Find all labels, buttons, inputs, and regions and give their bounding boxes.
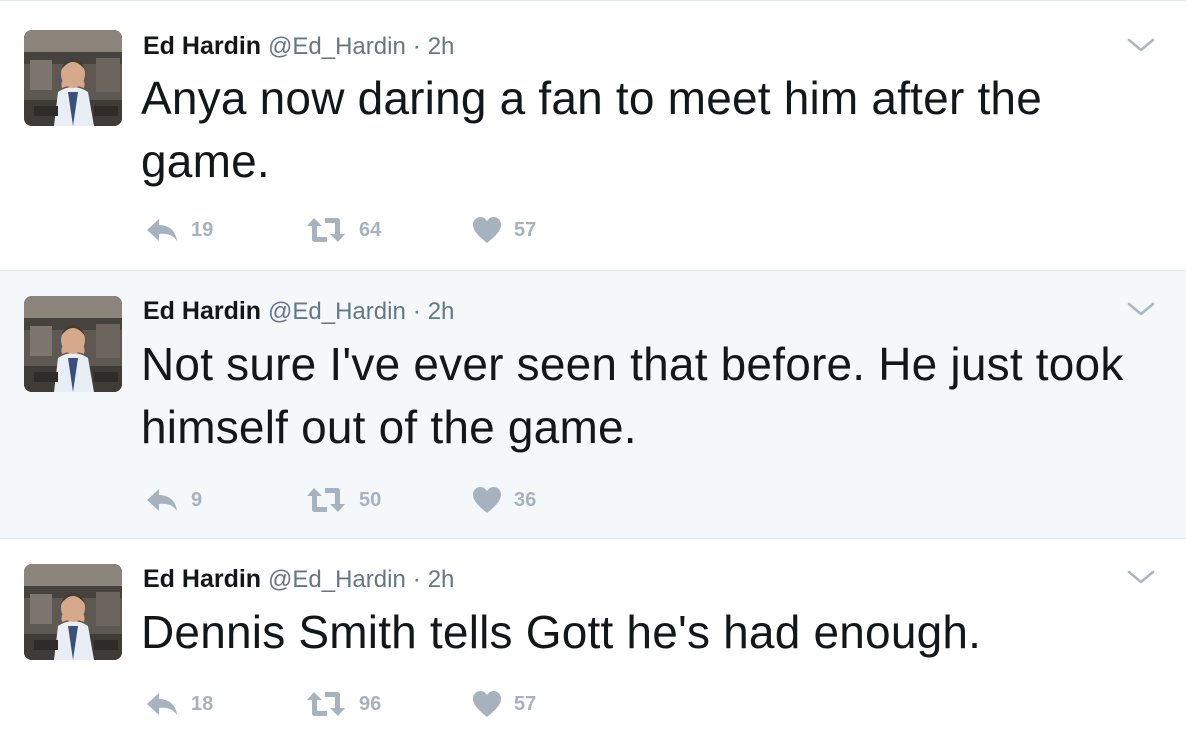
timestamp[interactable]: 2h [428, 566, 455, 593]
chevron-down-icon[interactable] [1126, 567, 1156, 587]
like-count: 57 [514, 218, 537, 241]
reply-icon [145, 691, 179, 717]
like-button[interactable]: 57 [472, 686, 536, 722]
tweet-text: Not sure I've ever seen that before. He … [141, 338, 1124, 453]
separator: · [412, 298, 421, 325]
retweet-button[interactable]: 50 [305, 482, 381, 518]
timestamp[interactable]: 2h [428, 33, 455, 60]
reply-count: 18 [191, 692, 214, 715]
author-name[interactable]: Ed Hardin [143, 32, 261, 60]
timestamp[interactable]: 2h [428, 298, 455, 325]
reply-count: 19 [191, 218, 214, 241]
reply-button[interactable]: 18 [145, 686, 213, 722]
timeline: Ed Hardin @Ed_Hardin · 2h Anya now darin… [0, 0, 1186, 742]
chevron-down-icon[interactable] [1126, 299, 1156, 319]
separator: · [412, 33, 421, 60]
avatar[interactable] [24, 296, 122, 392]
reply-button[interactable]: 9 [145, 482, 202, 518]
retweet-button[interactable]: 96 [305, 686, 381, 722]
tweet-header: Ed Hardin @Ed_Hardin · 2h [143, 564, 454, 595]
reply-icon [145, 217, 179, 243]
like-count: 36 [514, 488, 537, 511]
avatar-photo [24, 296, 122, 392]
avatar[interactable] [24, 564, 122, 660]
avatar[interactable] [24, 30, 122, 126]
tweet[interactable]: Ed Hardin @Ed_Hardin · 2h Not sure I've … [0, 271, 1186, 539]
avatar-photo [24, 564, 122, 660]
author-handle[interactable]: @Ed_Hardin [268, 33, 406, 60]
tweet-text: Dennis Smith tells Gott he's had enough. [141, 606, 982, 658]
reply-button[interactable]: 19 [145, 212, 213, 248]
like-button[interactable]: 57 [472, 212, 536, 248]
avatar-photo [24, 30, 122, 126]
tweet-text: Anya now daring a fan to meet him after … [141, 72, 1042, 187]
reply-count: 9 [191, 488, 203, 511]
author-handle[interactable]: @Ed_Hardin [268, 566, 406, 593]
author-name[interactable]: Ed Hardin [143, 565, 261, 593]
tweet-header: Ed Hardin @Ed_Hardin · 2h [143, 296, 454, 327]
like-button[interactable]: 36 [472, 482, 536, 518]
separator: · [412, 566, 421, 593]
retweet-button[interactable]: 64 [305, 212, 381, 248]
chevron-down-icon[interactable] [1126, 35, 1156, 55]
retweet-icon [305, 487, 347, 513]
tweet[interactable]: Ed Hardin @Ed_Hardin · 2h Anya now darin… [0, 7, 1186, 271]
retweet-icon [305, 217, 347, 243]
heart-icon [472, 690, 502, 718]
like-count: 57 [514, 692, 537, 715]
author-name[interactable]: Ed Hardin [143, 297, 261, 325]
tweet-header: Ed Hardin @Ed_Hardin · 2h [143, 31, 454, 62]
tweet[interactable]: Ed Hardin @Ed_Hardin · 2h Dennis Smith t… [0, 539, 1186, 742]
retweet-count: 64 [359, 218, 382, 241]
heart-icon [472, 216, 502, 244]
reply-icon [145, 487, 179, 513]
author-handle[interactable]: @Ed_Hardin [268, 298, 406, 325]
retweet-count: 50 [359, 488, 382, 511]
heart-icon [472, 486, 502, 514]
retweet-count: 96 [359, 692, 382, 715]
retweet-icon [305, 691, 347, 717]
